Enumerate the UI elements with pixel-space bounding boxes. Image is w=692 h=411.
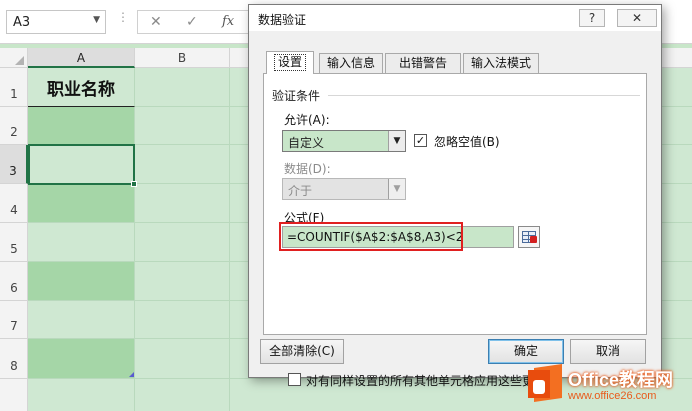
row-header-3[interactable]: 3	[0, 145, 28, 184]
cancel-entry-icon[interactable]: ✕	[150, 14, 162, 30]
apply-to-all-checkbox[interactable]	[288, 373, 301, 386]
row-number: 3	[9, 164, 17, 178]
allow-select[interactable]: 自定义 ▼	[282, 130, 406, 152]
formula-bar-grip-icon: ⋮	[117, 10, 130, 24]
row-number: 7	[10, 319, 18, 333]
settings-panel: 验证条件 允许(A): 自定义 ▼ ✓ 忽略空值(B) 数据(D): 介于 ▼ …	[263, 73, 647, 388]
range-select-arrow-icon	[530, 236, 537, 243]
row-number: 5	[10, 242, 18, 256]
row-header-8[interactable]: 8	[0, 339, 28, 379]
select-all-button[interactable]	[0, 48, 28, 68]
active-cell-border	[28, 144, 135, 185]
row-number: 2	[10, 125, 18, 139]
cell-a8[interactable]	[28, 339, 135, 379]
dialog-title: 数据验证	[258, 13, 307, 27]
data-validation-dialog: 数据验证 ? ✕ 设置 输入信息 出错警告 输入法模式 验证条件 允许(A): …	[248, 4, 662, 388]
name-box[interactable]: A3 ▼	[6, 10, 106, 34]
tab-ime-mode[interactable]: 输入法模式	[463, 53, 539, 73]
range-select-button[interactable]	[518, 226, 540, 248]
clear-all-button[interactable]: 全部清除(C)	[260, 339, 344, 364]
logo-front-shape	[528, 370, 550, 398]
tab-label: 设置	[273, 54, 306, 71]
enter-entry-icon[interactable]: ✓	[186, 14, 198, 30]
cell-a6[interactable]	[28, 262, 135, 301]
column-header-b[interactable]: B	[135, 48, 230, 68]
data-select: 介于 ▼	[282, 178, 406, 200]
name-box-value: A3	[13, 15, 31, 30]
data-select-value: 介于	[288, 184, 313, 198]
row-header-1[interactable]: 1	[0, 68, 28, 107]
row-header-2[interactable]: 2	[0, 107, 28, 145]
cell-marker-icon	[129, 372, 134, 377]
formula-bar-buttons: ✕ ✓ fx	[137, 10, 249, 34]
tab-settings[interactable]: 设置	[266, 51, 314, 74]
watermark-title: Office教程网	[568, 370, 674, 390]
dialog-title-bar[interactable]: 数据验证 ? ✕	[249, 5, 661, 31]
help-button[interactable]: ?	[579, 9, 605, 27]
ok-button[interactable]: 确定	[488, 339, 564, 364]
apply-to-all-label[interactable]: 对有同样设置的所有其他单元格应用这些更改(P)	[306, 372, 563, 389]
row-header-7[interactable]: 7	[0, 301, 28, 339]
row-number: 4	[10, 203, 18, 217]
select-all-icon	[15, 56, 24, 65]
chevron-down-icon[interactable]: ▼	[388, 131, 405, 151]
watermark: Office教程网 www.office26.com	[528, 364, 692, 411]
row-headers: 1 2 3 4 5 6 7 8	[0, 68, 28, 411]
chevron-down-icon: ▼	[388, 179, 405, 199]
dialog-tabs: 设置 输入信息 出错警告 输入法模式	[263, 51, 643, 74]
cell-a4[interactable]	[28, 184, 135, 223]
tab-error-alert[interactable]: 出错警告	[385, 53, 461, 73]
data-label: 数据(D):	[284, 162, 331, 176]
insert-function-icon[interactable]: fx	[222, 14, 234, 29]
logo-hole-shape	[533, 380, 545, 394]
close-button[interactable]: ✕	[617, 9, 657, 27]
column-header-a[interactable]: A	[28, 48, 135, 68]
ignore-blank-label[interactable]: 忽略空值(B)	[434, 133, 500, 150]
cell-a2[interactable]	[28, 107, 135, 145]
allow-label: 允许(A):	[284, 113, 330, 127]
cancel-button[interactable]: 取消	[570, 339, 646, 364]
row-number: 8	[10, 359, 18, 373]
section-divider	[328, 95, 640, 96]
formula-highlight-box	[279, 222, 463, 251]
cell-a5[interactable]	[28, 223, 135, 262]
row-number: 1	[10, 87, 18, 101]
allow-select-value: 自定义	[288, 136, 325, 150]
chevron-down-icon[interactable]: ▼	[93, 15, 100, 25]
row-header-4[interactable]: 4	[0, 184, 28, 223]
row-header-6[interactable]: 6	[0, 262, 28, 301]
tab-input-message[interactable]: 输入信息	[319, 53, 383, 73]
cell-a7[interactable]	[28, 301, 135, 339]
cell-a1[interactable]: 职业名称	[28, 68, 135, 107]
row-header-5[interactable]: 5	[0, 223, 28, 262]
ignore-blank-checkbox[interactable]: ✓	[414, 134, 427, 147]
row-number: 6	[10, 281, 18, 295]
fill-handle[interactable]	[131, 181, 137, 187]
watermark-site: www.office26.com	[568, 390, 657, 402]
section-label: 验证条件	[272, 89, 321, 103]
office-logo-icon	[528, 364, 562, 402]
